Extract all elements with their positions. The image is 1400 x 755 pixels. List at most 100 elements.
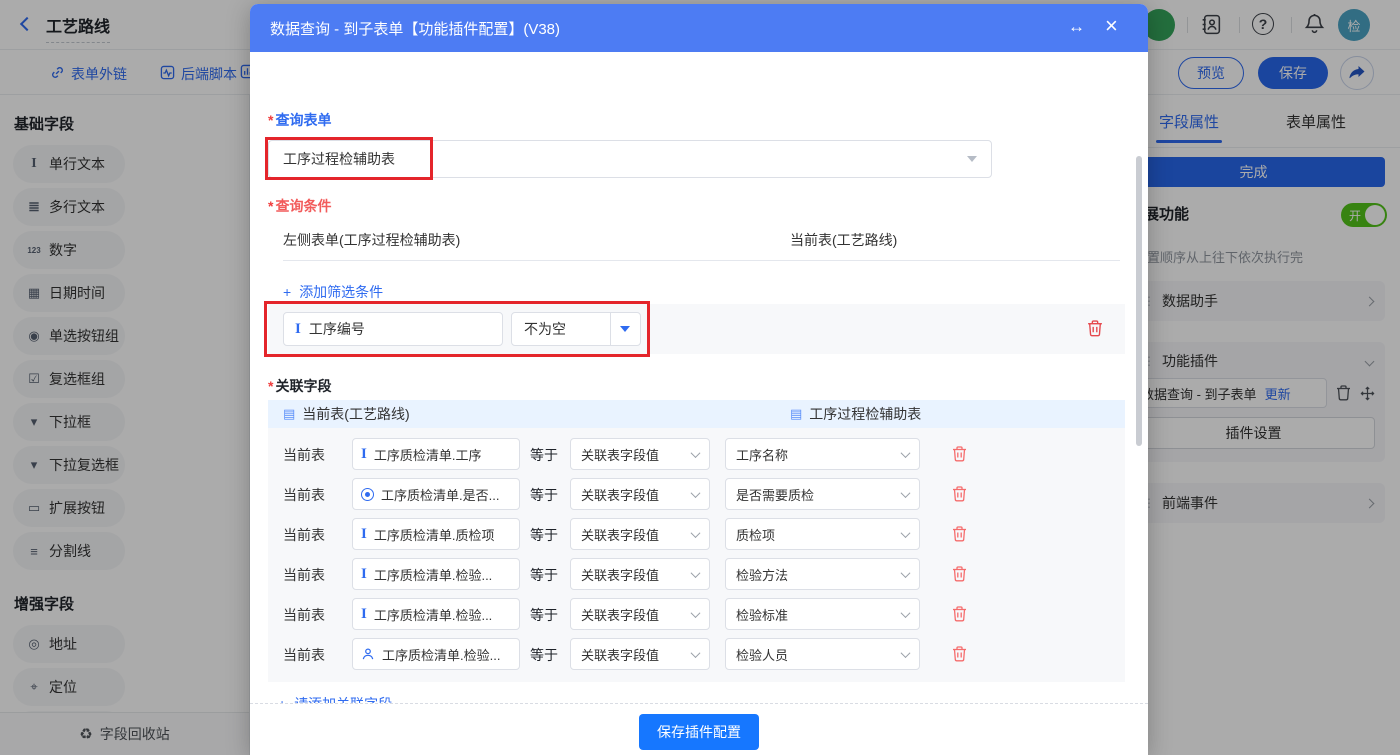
row-field-value: 工序质检清单.工序 [374, 445, 482, 464]
plugin-config-modal: 数据查询 - 到子表单【功能插件配置】(V38) ↔ × *查询表单 工序过程检… [250, 4, 1148, 755]
relation-row: 当前表 I 工序质检清单.工序 等于关联表字段值 工序名称 [268, 434, 1125, 474]
row-mid-select[interactable]: 关联表字段值 [570, 438, 710, 470]
relation-header-right: 工序过程检辅助表 [809, 404, 921, 424]
row-mid-select[interactable]: 关联表字段值 [570, 558, 710, 590]
form-icon: ▤ [283, 406, 295, 422]
row-field-input[interactable]: I 工序质检清单.工序 [352, 438, 520, 470]
row-operator-label: 等于 [530, 565, 558, 585]
text-field-icon: I [295, 322, 301, 337]
row-field-input[interactable]: I工序质检清单.质检项 [352, 518, 520, 550]
relation-row: 当前表I工序质检清单.检验...等于关联表字段值检验标准 [268, 594, 1125, 634]
modal-title: 数据查询 - 到子表单【功能插件配置】(V38) [270, 18, 560, 39]
row-mid-select[interactable]: 关联表字段值 [570, 638, 710, 670]
expand-icon[interactable]: ↔ [1068, 17, 1085, 37]
row-field-input[interactable]: 工序质检清单.是否... [352, 478, 520, 510]
row-operator-label: 等于 [530, 485, 558, 505]
required-asterisk: * [268, 378, 273, 394]
chevron-down-icon [691, 528, 701, 538]
row-mid-value: 关联表字段值 [581, 645, 659, 664]
delete-row-icon[interactable] [952, 486, 967, 502]
filter-operator-select[interactable]: 不为空 [511, 312, 641, 346]
relation-table-header: ▤ 当前表(工艺路线) ▤ 工序过程检辅助表 [268, 400, 1125, 428]
filter-condition-row: I 工序编号 不为空 [268, 304, 1125, 354]
row-target-select[interactable]: 质检项 [725, 518, 920, 550]
relation-row: 当前表 I工序质检清单.检验... 等于 关联表字段值 检验方法 [268, 554, 1125, 594]
query-form-select[interactable]: 工序过程检辅助表 [268, 140, 992, 178]
delete-row-icon[interactable] [952, 566, 967, 582]
row-field-input[interactable]: I工序质检清单.检验... [352, 558, 520, 590]
row-source-label: 当前表 [283, 485, 325, 505]
row-mid-value: 关联表字段值 [581, 525, 659, 544]
plus-icon: + [283, 284, 291, 300]
row-target-select[interactable]: 检验人员 [725, 638, 920, 670]
relation-fields-label: *关联字段 [268, 376, 331, 396]
condition-column-left: 左侧表单(工序过程检辅助表) [283, 230, 460, 250]
modal-body: *查询表单 工序过程检辅助表 *查询条件 左侧表单(工序过程检辅助表) 当前表(… [250, 52, 1148, 703]
delete-row-icon[interactable] [952, 526, 967, 542]
modal-header: 数据查询 - 到子表单【功能插件配置】(V38) ↔ × [250, 4, 1148, 52]
row-operator-label: 等于 [530, 605, 558, 625]
relation-row: 当前表工序质检清单.检验...等于关联表字段值检验人员 [268, 634, 1125, 674]
row-mid-select[interactable]: 关联表字段值 [570, 518, 710, 550]
row-mid-value: 关联表字段值 [581, 565, 659, 584]
row-target-select[interactable]: 检验方法 [725, 558, 920, 590]
save-plugin-config-button[interactable]: 保存插件配置 [639, 714, 759, 750]
chevron-down-icon [901, 568, 911, 578]
row-mid-value: 关联表字段值 [581, 485, 659, 504]
relation-row: 当前表I工序质检清单.质检项等于关联表字段值质检项 [268, 514, 1125, 554]
row-target-select[interactable]: 工序名称 [725, 438, 920, 470]
chevron-down-icon [901, 448, 911, 458]
dropdown-arrow-icon [967, 156, 977, 162]
required-asterisk: * [268, 112, 273, 128]
delete-row-icon[interactable] [952, 606, 967, 622]
chevron-down-icon [901, 528, 911, 538]
close-icon[interactable]: × [1105, 13, 1118, 39]
row-target-value: 检验人员 [736, 645, 788, 664]
person-field-icon [361, 647, 375, 661]
modal-scrollbar[interactable] [1136, 156, 1142, 446]
filter-operator-value: 不为空 [524, 319, 566, 339]
row-mid-select[interactable]: 关联表字段值 [570, 478, 710, 510]
row-field-input[interactable]: 工序质检清单.检验... [352, 638, 520, 670]
divider [610, 313, 611, 345]
row-field-input[interactable]: I工序质检清单.检验... [352, 598, 520, 630]
add-filter-link[interactable]: +添加筛选条件 [283, 282, 383, 302]
row-source-label: 当前表 [283, 445, 325, 465]
app-root: 工艺路线 ? 检 [0, 0, 1400, 755]
delete-row-icon[interactable] [952, 646, 967, 662]
row-target-select[interactable]: 检验标准 [725, 598, 920, 630]
row-target-value: 检验标准 [736, 605, 788, 624]
row-source-label: 当前表 [283, 525, 325, 545]
form-icon: ▤ [790, 406, 802, 422]
row-operator-label: 等于 [530, 645, 558, 665]
filter-field-input[interactable]: I 工序编号 [283, 312, 503, 346]
relation-row: 当前表 工序质检清单.是否... 等于 关联表字段值 是否需要质检 [268, 474, 1125, 514]
chevron-down-icon [691, 488, 701, 498]
delete-filter-icon[interactable] [1087, 320, 1103, 337]
chevron-down-icon [691, 648, 701, 658]
required-asterisk: * [268, 198, 273, 214]
text-field-icon: I [361, 447, 367, 462]
row-mid-value: 关联表字段值 [581, 605, 659, 624]
row-target-value: 检验方法 [736, 565, 788, 584]
chevron-down-icon [901, 648, 911, 658]
chevron-down-icon [691, 608, 701, 618]
delete-row-icon[interactable] [952, 446, 967, 462]
row-operator-label: 等于 [530, 445, 558, 465]
row-target-value: 是否需要质检 [736, 485, 814, 504]
chevron-down-icon [691, 568, 701, 578]
query-form-label: *查询表单 [268, 110, 331, 130]
chevron-down-icon [901, 488, 911, 498]
chevron-down-icon [691, 448, 701, 458]
relation-header-left: 当前表(工艺路线) [302, 404, 409, 424]
row-field-value: 工序质检清单.质检项 [374, 525, 495, 544]
row-source-label: 当前表 [283, 565, 325, 585]
row-target-value: 工序名称 [736, 445, 788, 464]
relation-table: ▤ 当前表(工艺路线) ▤ 工序过程检辅助表 当前表I工序质检清单.工序等于关联… [268, 400, 1125, 682]
text-field-icon: I [361, 567, 367, 582]
row-mid-select[interactable]: 关联表字段值 [570, 598, 710, 630]
radio-field-icon [361, 488, 374, 501]
divider [283, 260, 1120, 261]
row-target-select[interactable]: 是否需要质检 [725, 478, 920, 510]
chevron-down-icon [901, 608, 911, 618]
